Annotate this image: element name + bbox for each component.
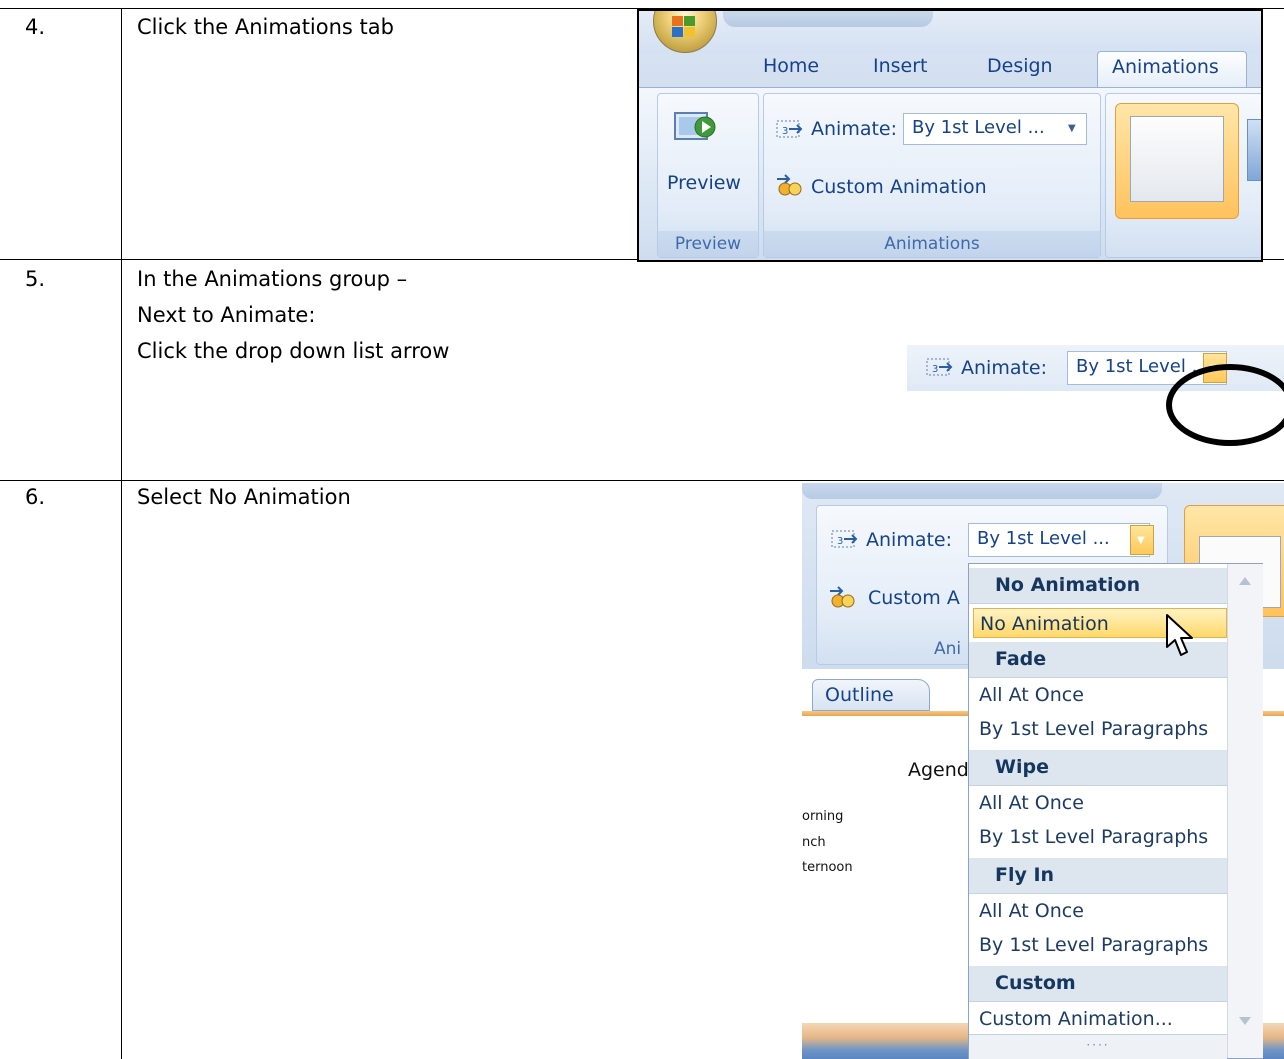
group-label: Animations: [764, 231, 1100, 257]
animate-dropdown-value: By 1st Level ...: [912, 117, 1045, 138]
tab-outline[interactable]: Outline: [812, 679, 930, 711]
chevron-down-icon[interactable]: ▼: [1068, 115, 1076, 143]
dropdown-arrow-button[interactable]: ▼: [1130, 525, 1154, 555]
svg-text:3: 3: [782, 126, 788, 137]
animation-menu-screenshot: 3 Animate: By 1st Level ... ▼ Custom A A…: [802, 483, 1284, 1059]
svg-text:3: 3: [837, 536, 843, 547]
transition-thumbnail-slide: [1130, 116, 1224, 202]
table-column-divider: [121, 8, 122, 1059]
highlight-circle: [1166, 364, 1284, 446]
animate-icon: 3: [926, 358, 953, 376]
preview-icon: [674, 112, 716, 140]
slide-title: Agend: [908, 759, 969, 781]
scroll-down-icon[interactable]: [1238, 1016, 1252, 1026]
menu-item[interactable]: By 1st Level Paragraphs: [973, 714, 1227, 744]
preview-button[interactable]: Preview: [667, 171, 741, 195]
slide-bullet: orning: [802, 809, 844, 824]
menu-header: Custom: [969, 966, 1227, 1002]
custom-animation-button[interactable]: Custom A: [868, 586, 960, 610]
menu-header: No Animation: [969, 568, 1227, 604]
menu-item[interactable]: By 1st Level Paragraphs: [973, 930, 1227, 960]
step-number: 4.: [25, 15, 46, 39]
menu-header: Fly In: [969, 858, 1227, 894]
menu-item[interactable]: All At Once: [973, 896, 1227, 926]
mouse-pointer-icon: [1166, 614, 1193, 656]
table-row-divider: [0, 480, 1284, 481]
custom-animation-icon: [777, 174, 802, 196]
transition-thumbnail[interactable]: [1247, 119, 1261, 181]
tab-strip: [802, 483, 1162, 499]
ribbon-screenshot: Home Insert Design Animations Preview Pr…: [637, 9, 1263, 262]
office-logo-icon: [672, 16, 695, 37]
menu-item[interactable]: By 1st Level Paragraphs: [973, 822, 1227, 852]
step-number: 6.: [25, 485, 46, 509]
custom-animation-button[interactable]: Custom Animation: [811, 175, 987, 199]
animate-dropdown-value: By 1st Level ...: [977, 528, 1110, 549]
menu-item-custom-animation[interactable]: Custom Animation...: [973, 1004, 1227, 1034]
custom-animation-icon: [830, 586, 855, 608]
menu-header: Wipe: [969, 750, 1227, 786]
step-text: Click the Animations tab: [137, 15, 394, 39]
step-text: Next to Animate:: [137, 303, 316, 327]
slide-bullet: ternoon: [802, 860, 853, 875]
animate-label: Animate:: [811, 118, 898, 140]
tab-animations[interactable]: Animations: [1097, 51, 1247, 87]
animate-label: Animate:: [961, 357, 1048, 379]
svg-text:3: 3: [932, 364, 938, 375]
step-number: 5.: [25, 267, 46, 291]
group-label: Preview: [658, 231, 758, 257]
tab-insert[interactable]: Insert: [873, 51, 928, 87]
animate-icon: 3: [831, 530, 858, 548]
group-label: Ani: [934, 639, 962, 659]
step-text: Select No Animation: [137, 485, 351, 509]
menu-item[interactable]: All At Once: [973, 788, 1227, 818]
animate-icon: 3: [776, 120, 803, 138]
tab-design[interactable]: Design: [987, 51, 1053, 87]
transition-thumbnail[interactable]: [1115, 103, 1239, 219]
resize-grip[interactable]: ····: [969, 1034, 1227, 1059]
animate-label: Animate:: [866, 529, 953, 551]
animation-options-menu: No Animation No Animation Fade All At On…: [968, 563, 1263, 1059]
scroll-up-icon[interactable]: [1238, 576, 1252, 586]
quick-access-toolbar[interactable]: [723, 11, 933, 27]
tab-home[interactable]: Home: [763, 51, 819, 87]
animate-dropdown[interactable]: By 1st Level ...: [968, 523, 1150, 557]
scrollbar[interactable]: [1227, 564, 1263, 1058]
animate-dropdown[interactable]: By 1st Level ... ▼: [903, 113, 1087, 145]
chevron-down-icon: ▼: [1137, 535, 1145, 546]
menu-item[interactable]: All At Once: [973, 680, 1227, 710]
step-text: In the Animations group –: [137, 267, 408, 291]
step-text: Click the drop down list arrow: [137, 339, 450, 363]
slide-bullet: nch: [802, 835, 826, 850]
